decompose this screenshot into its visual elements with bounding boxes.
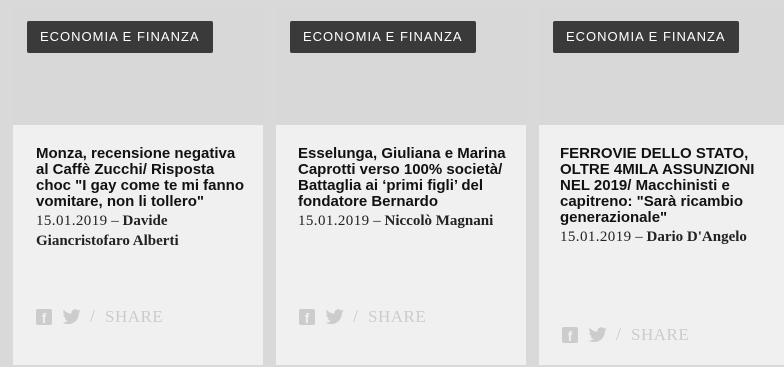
article-title[interactable]: FERROVIE DELLO STATO, OLTRE 4MILA ASSUNZ… (560, 146, 773, 226)
share-separator: / (353, 306, 359, 326)
twitter-icon[interactable] (588, 326, 608, 343)
meta-dash: – (635, 229, 643, 245)
meta-dash: – (373, 213, 381, 229)
article-meta: 15.01.2019 – Niccolò Magnani (298, 211, 510, 231)
article-author[interactable]: Dario D'Angelo (647, 229, 747, 245)
share-label[interactable]: SHARE (368, 307, 426, 327)
share-bar: f / SHARE (36, 306, 163, 327)
twitter-icon[interactable] (325, 308, 345, 325)
article-card: ECONOMIA E FINANZA Esselunga, Giuliana e… (276, 8, 526, 365)
article-card: ECONOMIA E FINANZA Monza, recensione neg… (13, 8, 263, 365)
facebook-icon[interactable]: f (36, 308, 52, 325)
article-title[interactable]: Monza, recensione negativa al Caffè Zucc… (36, 146, 247, 210)
meta-dash: – (111, 213, 119, 229)
category-badge[interactable]: ECONOMIA E FINANZA (553, 21, 739, 53)
article-author[interactable]: Niccolò Magnani (385, 213, 494, 229)
article-content: Esselunga, Giuliana e Marina Caprotti ve… (298, 146, 510, 231)
article-content: FERROVIE DELLO STATO, OLTRE 4MILA ASSUNZ… (560, 146, 773, 247)
share-separator: / (90, 306, 96, 326)
article-date: 15.01.2019 (36, 213, 108, 229)
facebook-icon[interactable]: f (299, 308, 315, 325)
share-bar: f / SHARE (299, 306, 426, 327)
article-title[interactable]: Esselunga, Giuliana e Marina Caprotti ve… (298, 146, 510, 210)
article-card: ECONOMIA E FINANZA FERROVIE DELLO STATO,… (539, 8, 784, 365)
share-separator: / (616, 324, 622, 344)
share-label[interactable]: SHARE (105, 307, 163, 327)
category-badge[interactable]: ECONOMIA E FINANZA (290, 21, 476, 53)
article-meta: 15.01.2019 – Dario D'Angelo (560, 227, 773, 247)
share-bar: f / SHARE (562, 324, 689, 345)
article-date: 15.01.2019 (298, 213, 370, 229)
twitter-icon[interactable] (62, 308, 82, 325)
article-meta: 15.01.2019 – Davide Giancristofaro Alber… (36, 211, 247, 251)
article-date: 15.01.2019 (560, 229, 632, 245)
facebook-icon[interactable]: f (562, 326, 578, 343)
share-label[interactable]: SHARE (631, 325, 689, 345)
article-content: Monza, recensione negativa al Caffè Zucc… (36, 146, 247, 251)
category-badge[interactable]: ECONOMIA E FINANZA (27, 21, 213, 53)
